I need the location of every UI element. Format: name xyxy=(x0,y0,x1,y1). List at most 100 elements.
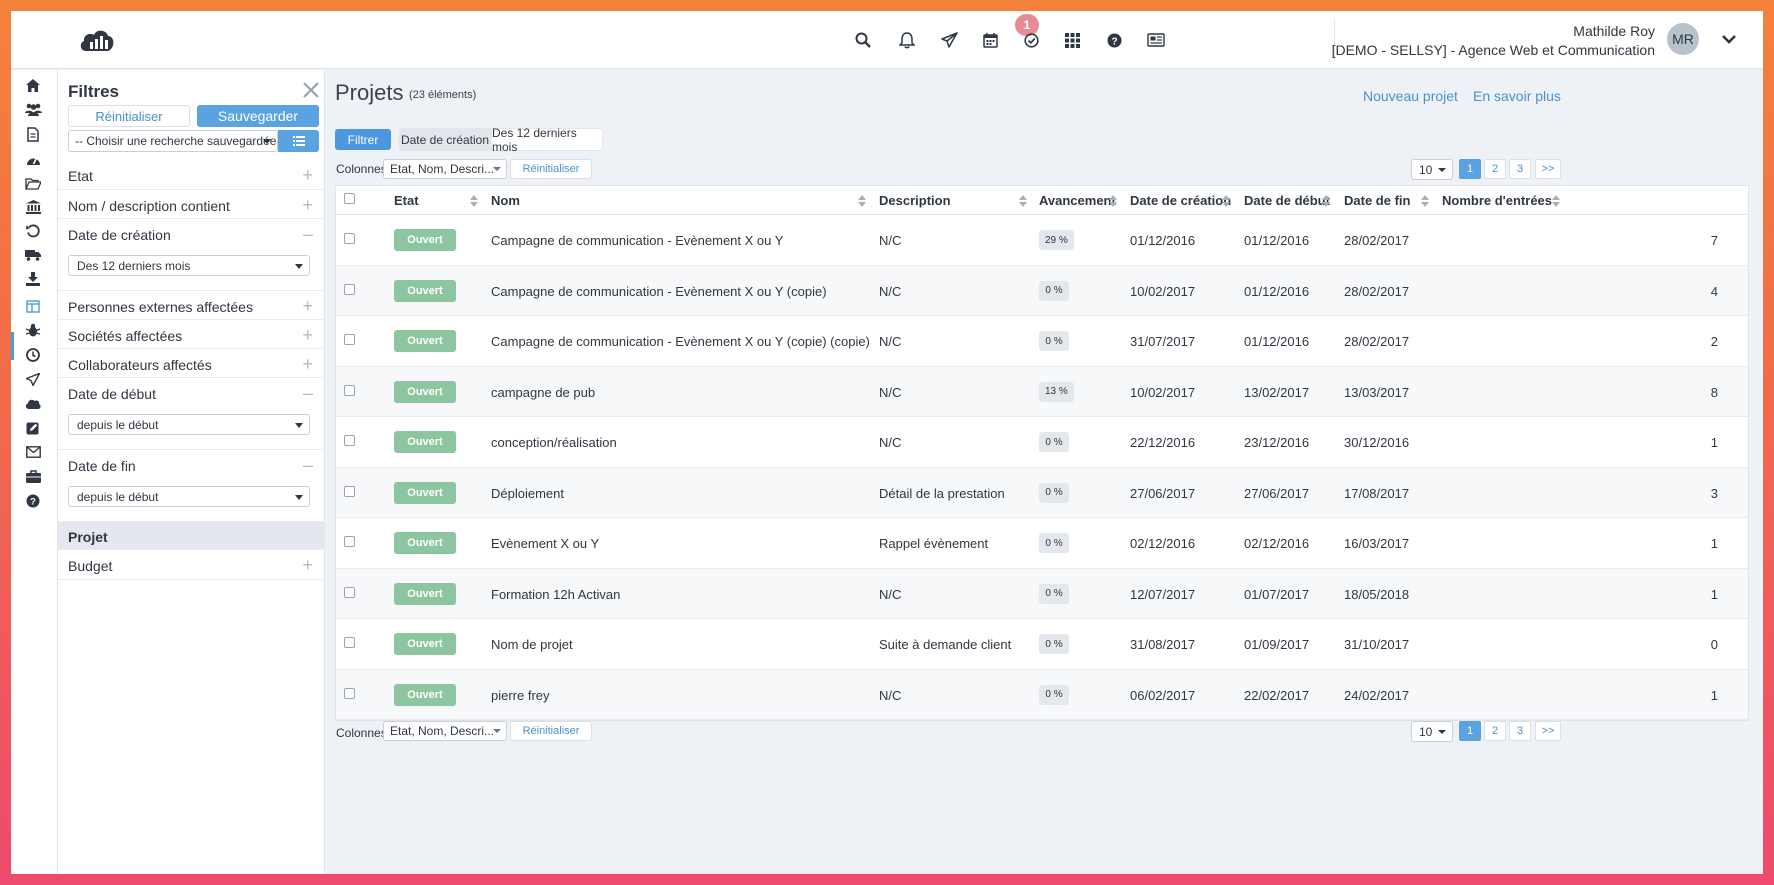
table-row[interactable]: Ouvert conception/réalisation N/C 0 % 22/12/… xyxy=(336,417,1748,468)
page-next-button[interactable]: >> xyxy=(1535,721,1561,741)
bell-icon[interactable] xyxy=(896,29,918,51)
table-row[interactable]: Ouvert Campagne de communication - Evènem… xyxy=(336,215,1748,266)
folder-open-icon[interactable] xyxy=(24,174,42,192)
row-checkbox[interactable] xyxy=(344,233,355,244)
refresh-icon[interactable] xyxy=(24,222,42,240)
project-name[interactable]: Evènement X ou Y xyxy=(491,536,599,551)
row-checkbox[interactable] xyxy=(344,384,355,396)
table-row[interactable]: Ouvert Formation 12h Activan N/C 0 % 12/07/2… xyxy=(336,568,1748,619)
document-icon[interactable] xyxy=(24,125,42,143)
edit-icon[interactable] xyxy=(24,419,42,437)
filter-section-projet[interactable]: Projet xyxy=(58,522,325,550)
saved-search-select[interactable]: -- Choisir une recherche sauvegardée -- xyxy=(68,130,278,152)
table-row[interactable]: Ouvert Déploiement Détail de la prestation… xyxy=(336,467,1748,518)
row-checkbox[interactable] xyxy=(344,485,355,497)
cloud-icon[interactable] xyxy=(24,394,42,412)
sort-icon[interactable] xyxy=(1322,195,1330,207)
user-name[interactable]: Mathilde Roy xyxy=(1573,23,1655,39)
paper-plane-icon[interactable] xyxy=(938,29,960,51)
table-row[interactable]: Ouvert Nom de projet Suite à demande clien… xyxy=(336,619,1748,670)
bank-icon[interactable] xyxy=(24,198,42,216)
project-name[interactable]: pierre frey xyxy=(491,688,550,703)
project-name[interactable]: campagne de pub xyxy=(491,385,595,400)
users-icon[interactable] xyxy=(24,100,42,118)
page-3-button[interactable]: 3 xyxy=(1509,159,1531,179)
per-page-select[interactable]: 10 xyxy=(1411,721,1453,742)
columns-select[interactable]: Etat, Nom, Descri... xyxy=(383,721,507,741)
learn-more-link[interactable]: En savoir plus xyxy=(1473,88,1561,104)
save-filters-button[interactable]: Sauvegarder xyxy=(197,105,319,127)
per-page-select[interactable]: 10 xyxy=(1411,159,1453,180)
header-description[interactable]: Description xyxy=(879,193,951,208)
row-checkbox[interactable] xyxy=(344,334,355,345)
page-1-button[interactable]: 1 xyxy=(1459,721,1481,741)
filter-button[interactable]: Filtrer xyxy=(335,129,391,150)
close-icon[interactable] xyxy=(302,81,320,99)
row-checkbox[interactable] xyxy=(344,283,355,295)
sort-icon[interactable] xyxy=(470,195,478,207)
table-row[interactable]: Ouvert Evènement X ou Y Rappel évènement 0 … xyxy=(336,518,1748,569)
check-circle-icon[interactable] xyxy=(1020,29,1042,51)
search-icon[interactable] xyxy=(852,29,874,51)
table-row[interactable]: Ouvert Campagne de communication - Evènem… xyxy=(336,265,1748,316)
home-icon[interactable] xyxy=(24,76,42,94)
clock-icon[interactable] xyxy=(24,346,42,364)
select-all-checkbox[interactable] xyxy=(344,193,355,204)
calendar-icon[interactable] xyxy=(979,29,1001,51)
row-checkbox[interactable] xyxy=(344,435,355,446)
active-filter-key[interactable]: Date de création xyxy=(399,128,491,151)
envelope-icon[interactable] xyxy=(24,443,42,461)
row-checkbox[interactable] xyxy=(344,586,355,598)
date-creation-select[interactable]: Des 12 derniers mois xyxy=(68,255,310,276)
newspaper-icon[interactable] xyxy=(1145,29,1167,51)
filter-budget[interactable]: Budget + xyxy=(58,550,325,580)
plus-icon[interactable]: + xyxy=(302,354,313,375)
company-name[interactable]: [DEMO - SELLSY] - Agence Web et Communic… xyxy=(1332,42,1655,58)
truck-icon[interactable] xyxy=(24,246,42,264)
filter-etat[interactable]: Etat + xyxy=(58,160,325,190)
reset-filters-button[interactable]: Réinitialiser xyxy=(68,105,190,127)
row-checkbox[interactable] xyxy=(344,536,355,547)
header-etat[interactable]: Etat xyxy=(394,193,419,208)
bug-icon[interactable] xyxy=(24,321,42,339)
columns-select[interactable]: Etat, Nom, Descri... xyxy=(383,159,507,179)
header-nom[interactable]: Nom xyxy=(491,193,520,208)
minus-icon[interactable]: – xyxy=(303,224,313,245)
plus-icon[interactable]: + xyxy=(302,296,313,317)
sort-icon[interactable] xyxy=(1222,195,1230,207)
project-name[interactable]: Campagne de communication - Evènement X … xyxy=(491,334,870,349)
page-3-button[interactable]: 3 xyxy=(1509,721,1531,741)
header-date-fin[interactable]: Date de fin xyxy=(1344,193,1410,208)
sort-icon[interactable] xyxy=(858,195,866,207)
table-row[interactable]: Ouvert pierre frey N/C 0 % 06/02/2017 22/02/2… xyxy=(336,669,1748,720)
page-2-button[interactable]: 2 xyxy=(1484,159,1506,179)
date-debut-select[interactable]: depuis le début xyxy=(68,414,310,435)
columns-icon[interactable] xyxy=(24,297,42,315)
filter-societes[interactable]: Sociétés affectées + xyxy=(58,320,325,349)
help-icon[interactable]: ? xyxy=(24,492,42,510)
columns-reset-button[interactable]: Réinitialiser xyxy=(510,721,592,741)
plus-icon[interactable]: + xyxy=(302,325,313,346)
row-checkbox[interactable] xyxy=(344,687,355,699)
header-date-debut[interactable]: Date de début xyxy=(1244,193,1330,208)
saved-searches-list-button[interactable] xyxy=(278,130,319,152)
plus-icon[interactable]: + xyxy=(302,165,313,186)
page-next-button[interactable]: >> xyxy=(1535,159,1561,179)
sort-icon[interactable] xyxy=(1552,195,1560,207)
page-2-button[interactable]: 2 xyxy=(1484,721,1506,741)
header-avancement[interactable]: Avancement xyxy=(1039,193,1116,208)
project-name[interactable]: Campagne de communication - Evènement X … xyxy=(491,233,783,248)
sort-icon[interactable] xyxy=(1019,195,1027,207)
table-row[interactable]: Ouvert campagne de pub N/C 13 % 10/02/2017 13… xyxy=(336,366,1748,417)
minus-icon[interactable]: – xyxy=(303,383,313,404)
project-name[interactable]: conception/réalisation xyxy=(491,435,617,450)
active-filter-value[interactable]: Des 12 derniers mois xyxy=(491,126,603,154)
download-icon[interactable] xyxy=(24,270,42,288)
dashboard-icon[interactable] xyxy=(24,150,42,168)
briefcase-icon[interactable] xyxy=(24,467,42,485)
chevron-down-icon[interactable] xyxy=(1719,29,1739,49)
plus-icon[interactable]: + xyxy=(302,195,313,216)
project-name[interactable]: Campagne de communication - Evènement X … xyxy=(491,284,827,299)
send-icon[interactable] xyxy=(24,370,42,388)
new-project-link[interactable]: Nouveau projet xyxy=(1363,88,1458,104)
